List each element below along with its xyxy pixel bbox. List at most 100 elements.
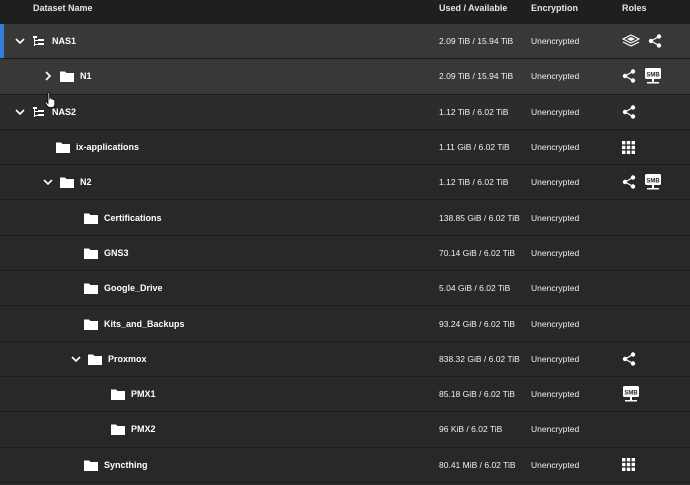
- encryption-status: Unencrypted: [531, 459, 580, 470]
- dataset-name-cell: Kits_and_Backups: [84, 306, 185, 340]
- chevron-down-icon[interactable]: [70, 353, 82, 365]
- table-row[interactable]: N2 1.12 TiB / 6.02 TiB Unencrypted SMB: [0, 165, 690, 201]
- folder-icon: [84, 319, 98, 330]
- table-row[interactable]: NAS2 1.12 TiB / 6.02 TiB Unencrypted: [0, 94, 690, 130]
- used-available: 80.41 MiB / 6.02 TiB: [439, 459, 516, 470]
- encryption-status: Unencrypted: [531, 247, 580, 258]
- table-row[interactable]: PMX1 85.18 GiB / 6.02 TiB Unencrypted SM…: [0, 377, 690, 413]
- folder-icon: [84, 248, 98, 259]
- used-available: 85.18 GiB / 6.02 TiB: [439, 389, 516, 400]
- dataset-name: Google_Drive: [104, 283, 163, 294]
- share-icon: [622, 352, 636, 366]
- share-icon: [648, 34, 662, 48]
- folder-icon: [84, 460, 98, 471]
- dataset-name: GNS3: [104, 247, 129, 258]
- dataset-name-cell: ix-applications: [56, 130, 139, 164]
- roles-cell: [622, 448, 635, 482]
- folder-icon: [60, 177, 74, 189]
- folder-icon: [56, 142, 70, 154]
- used-available: 1.11 GiB / 6.02 TiB: [439, 142, 510, 153]
- roles-cell: [622, 342, 636, 376]
- dataset-name-cell: GNS3: [84, 236, 129, 270]
- dataset-name-cell: Syncthing: [84, 448, 148, 482]
- dataset-name: Proxmox: [108, 353, 147, 364]
- used-available: 1.12 TiB / 6.02 TiB: [439, 106, 509, 117]
- table-row[interactable]: N1 2.09 TiB / 15.94 TiB Unencrypted SMB: [0, 59, 690, 95]
- encryption-status: Unencrypted: [531, 142, 580, 153]
- table-row[interactable]: Syncthing 80.41 MiB / 6.02 TiB Unencrypt…: [0, 448, 690, 483]
- encryption-status: Unencrypted: [531, 36, 580, 47]
- dataset-name: N1: [80, 71, 92, 82]
- folder-icon: [111, 389, 125, 401]
- dataset-name-cell: Certifications: [84, 200, 162, 234]
- share-icon: [622, 69, 636, 84]
- smb-icon: SMB: [645, 174, 661, 190]
- dataset-name-cell: NAS1: [14, 24, 76, 58]
- chevron-down-icon[interactable]: [14, 35, 26, 47]
- smb-icon: SMB: [623, 386, 639, 402]
- roles-cell: SMB: [622, 165, 662, 199]
- share-icon: [622, 105, 636, 119]
- smb-icon: SMB: [645, 68, 661, 84]
- roles-cell: [622, 24, 662, 58]
- folder-icon: [88, 354, 102, 365]
- table-row[interactable]: NAS1 2.09 TiB / 15.94 TiB Unencrypted: [0, 24, 690, 60]
- apps-grid-icon: [622, 458, 635, 472]
- dataset-name: PMX2: [131, 424, 156, 435]
- svg-text:SMB: SMB: [624, 391, 638, 397]
- dataset-tree: NAS1 2.09 TiB / 15.94 TiB Unencrypted N1…: [0, 24, 690, 483]
- folder-icon: [84, 283, 98, 295]
- share-icon: [622, 175, 636, 190]
- used-available: 2.09 TiB / 15.94 TiB: [439, 36, 514, 47]
- table-row[interactable]: Proxmox 838.32 GiB / 6.02 TiB Unencrypte…: [0, 342, 690, 377]
- svg-text:SMB: SMB: [646, 179, 660, 185]
- chevron-down-icon[interactable]: [42, 176, 54, 188]
- chevron-down-icon[interactable]: [14, 106, 26, 118]
- encryption-status: Unencrypted: [531, 212, 580, 223]
- roles-cell: SMB: [622, 59, 662, 93]
- dataset-name-cell: PMX1: [111, 377, 156, 411]
- folder-icon: [84, 213, 98, 224]
- dataset-name: PMX1: [131, 389, 156, 400]
- encryption-status: Unencrypted: [531, 283, 580, 294]
- pool-tree-icon: [33, 36, 44, 47]
- table-row[interactable]: Google_Drive 5.04 GiB / 6.02 TiB Unencry…: [0, 271, 690, 307]
- svg-text:SMB: SMB: [646, 73, 660, 79]
- table-row[interactable]: Certifications 138.85 GiB / 6.02 TiB Une…: [0, 200, 690, 236]
- table-header: Dataset Name Used / Available Encryption…: [0, 0, 690, 24]
- dataset-name: N2: [80, 177, 92, 188]
- used-available: 138.85 GiB / 6.02 TiB: [439, 212, 520, 223]
- table-row[interactable]: PMX2 96 KiB / 6.02 TiB Unencrypted: [0, 412, 690, 448]
- table-row[interactable]: ix-applications 1.11 GiB / 6.02 TiB Unen…: [0, 130, 690, 166]
- folder-icon: [111, 424, 125, 436]
- dataset-name: Certifications: [104, 212, 162, 223]
- encryption-status: Unencrypted: [531, 177, 580, 188]
- hand-cursor-icon: [44, 92, 56, 108]
- apps-grid-icon: [622, 140, 635, 154]
- table-row[interactable]: GNS3 70.14 GiB / 6.02 TiB Unencrypted: [0, 236, 690, 272]
- dataset-name-cell: Proxmox: [70, 342, 147, 376]
- used-available: 70.14 GiB / 6.02 TiB: [439, 247, 516, 258]
- chevron-right-icon[interactable]: [42, 70, 54, 82]
- roles-cell: SMB: [622, 377, 640, 411]
- encryption-status: Unencrypted: [531, 424, 580, 435]
- encryption-status: Unencrypted: [531, 389, 580, 400]
- used-available: 2.09 TiB / 15.94 TiB: [439, 71, 514, 82]
- encryption-status: Unencrypted: [531, 106, 580, 117]
- used-available: 93.24 GiB / 6.02 TiB: [439, 318, 516, 329]
- dataset-name: Syncthing: [104, 459, 148, 470]
- encryption-status: Unencrypted: [531, 71, 580, 82]
- column-header-encryption[interactable]: Encryption: [531, 3, 578, 13]
- used-available: 838.32 GiB / 6.02 TiB: [439, 353, 520, 364]
- used-available: 96 KiB / 6.02 TiB: [439, 424, 503, 435]
- table-row[interactable]: Kits_and_Backups 93.24 GiB / 6.02 TiB Un…: [0, 306, 690, 342]
- dataset-name: NAS1: [52, 36, 77, 47]
- dataset-name-cell: PMX2: [111, 412, 156, 446]
- dataset-name: Kits_and_Backups: [104, 318, 185, 329]
- roles-cell: [622, 130, 635, 164]
- dataset-name-cell: Google_Drive: [84, 271, 163, 305]
- dataset-name-cell: N2: [42, 165, 92, 199]
- column-header-roles[interactable]: Roles: [622, 3, 647, 13]
- column-header-used-available[interactable]: Used / Available: [439, 3, 507, 13]
- column-header-dataset-name[interactable]: Dataset Name: [33, 3, 93, 13]
